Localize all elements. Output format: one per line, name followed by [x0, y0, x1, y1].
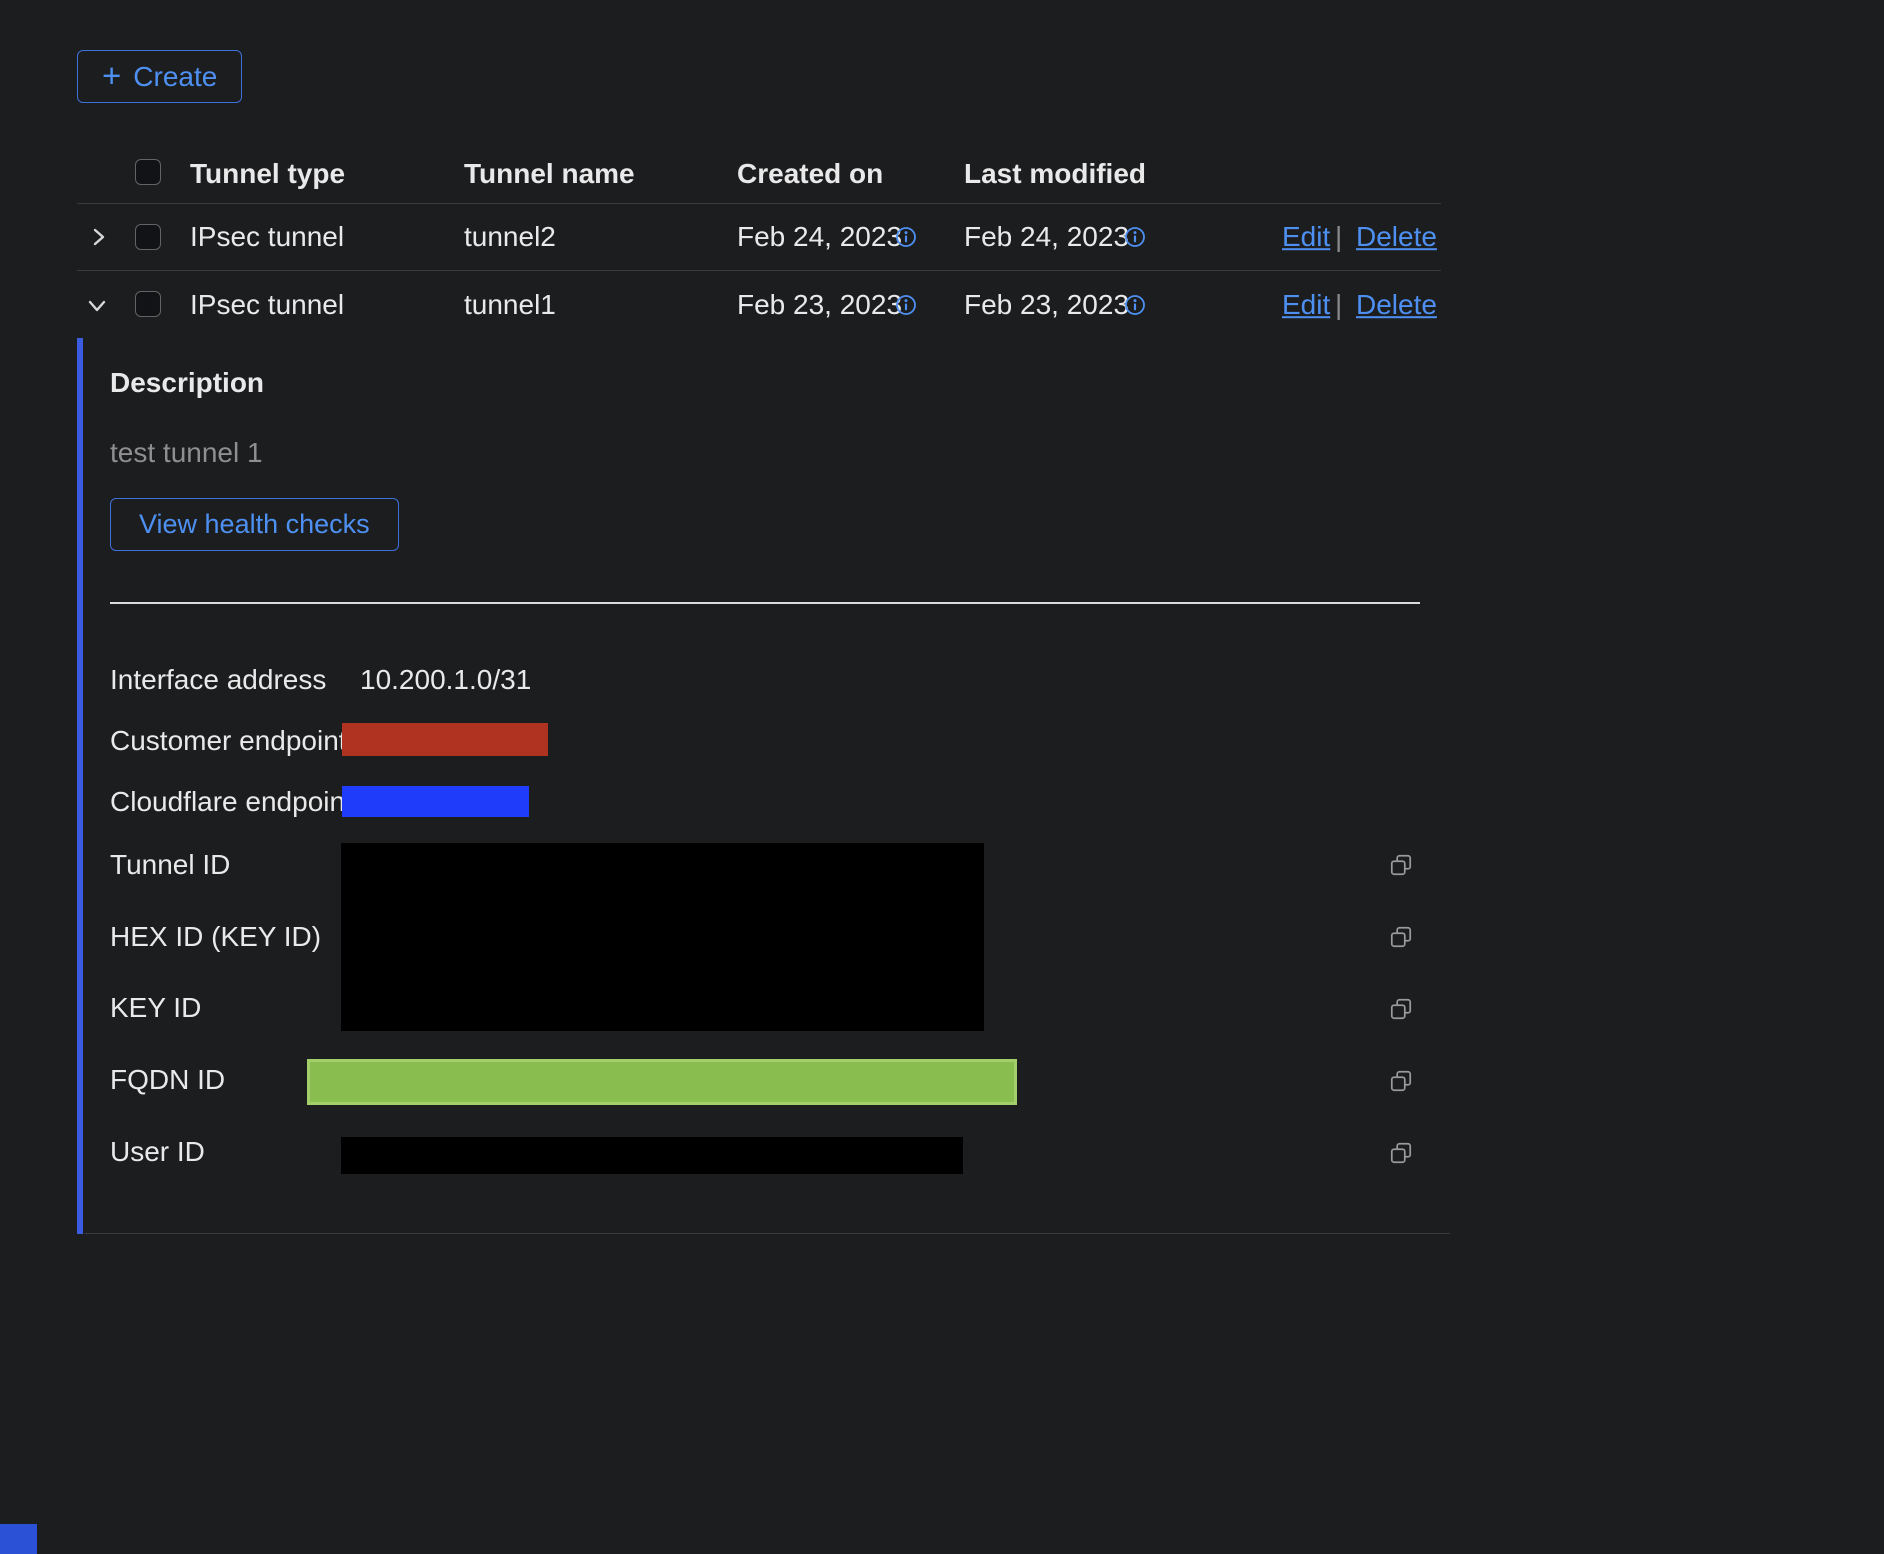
ids-redacted-value: [341, 843, 984, 1031]
created-on-info-icon[interactable]: [895, 226, 917, 253]
bottom-corner-strip: [0, 1524, 37, 1554]
column-header-tunnel-name: Tunnel name: [464, 157, 635, 191]
chevron-down-icon: [85, 305, 109, 320]
action-separator: |: [1335, 220, 1342, 254]
detail-divider: [110, 602, 1420, 604]
customer-endpoint-label: Customer endpoint: [110, 724, 347, 758]
chevron-right-icon: [86, 237, 110, 252]
cloudflare-endpoint-label: Cloudflare endpoint: [110, 785, 353, 819]
copy-icon: [1388, 938, 1414, 953]
row-checkbox[interactable]: [135, 224, 161, 250]
expand-row-button[interactable]: [86, 225, 110, 252]
created-on-cell: Feb 23, 2023: [737, 288, 902, 322]
action-separator: |: [1335, 288, 1342, 322]
expanded-row-bottom-divider: [84, 1233, 1450, 1234]
edit-link[interactable]: Edit: [1282, 220, 1330, 254]
last-modified-cell: Feb 24, 2023: [964, 220, 1129, 254]
created-on-info-icon[interactable]: [895, 294, 917, 321]
tunnel-type-cell: IPsec tunnel: [190, 288, 344, 322]
tunnel-name-cell: tunnel1: [464, 288, 556, 322]
copy-hex-id-button[interactable]: [1388, 924, 1414, 953]
create-button-label: Create: [133, 61, 217, 93]
delete-link[interactable]: Delete: [1356, 220, 1437, 254]
tunnel-id-label: Tunnel ID: [110, 848, 230, 882]
last-modified-info-icon[interactable]: [1124, 294, 1146, 321]
interface-address-value: 10.200.1.0/31: [360, 663, 531, 697]
edit-link[interactable]: Edit: [1282, 288, 1330, 322]
fqdn-id-redacted-value: [307, 1059, 1017, 1105]
delete-link[interactable]: Delete: [1356, 288, 1437, 322]
copy-icon: [1388, 1154, 1414, 1169]
select-all-checkbox[interactable]: [135, 159, 161, 185]
description-value: test tunnel 1: [110, 436, 263, 470]
ipsec-tunnels-page: + Create Tunnel type Tunnel name Created…: [0, 0, 1884, 1554]
customer-endpoint-redacted-value: [342, 723, 548, 756]
last-modified-info-icon[interactable]: [1124, 226, 1146, 253]
description-heading: Description: [110, 366, 264, 400]
view-health-checks-button[interactable]: View health checks: [110, 498, 399, 551]
column-header-created-on: Created on: [737, 157, 883, 191]
user-id-redacted-value: [341, 1137, 963, 1174]
created-on-cell: Feb 24, 2023: [737, 220, 902, 254]
create-button[interactable]: + Create: [77, 50, 242, 103]
collapse-row-button[interactable]: [85, 293, 109, 320]
row-checkbox[interactable]: [135, 291, 161, 317]
header-divider: [77, 203, 1441, 204]
key-id-label: KEY ID: [110, 991, 201, 1025]
copy-icon: [1388, 1082, 1414, 1097]
column-header-last-modified: Last modified: [964, 157, 1146, 191]
fqdn-id-label: FQDN ID: [110, 1063, 225, 1097]
tunnel-name-cell: tunnel2: [464, 220, 556, 254]
column-header-tunnel-type: Tunnel type: [190, 157, 345, 191]
copy-icon: [1388, 866, 1414, 881]
tunnel-type-cell: IPsec tunnel: [190, 220, 344, 254]
hex-id-label: HEX ID (KEY ID): [110, 920, 321, 954]
copy-fqdn-id-button[interactable]: [1388, 1068, 1414, 1097]
copy-user-id-button[interactable]: [1388, 1140, 1414, 1169]
plus-icon: +: [102, 59, 121, 92]
cloudflare-endpoint-redacted-value: [342, 786, 529, 817]
copy-key-id-button[interactable]: [1388, 996, 1414, 1025]
row-divider: [77, 270, 1441, 271]
interface-address-label: Interface address: [110, 663, 326, 697]
last-modified-cell: Feb 23, 2023: [964, 288, 1129, 322]
copy-icon: [1388, 1010, 1414, 1025]
expanded-row-accent-bar: [77, 338, 83, 1234]
user-id-label: User ID: [110, 1135, 205, 1169]
copy-tunnel-id-button[interactable]: [1388, 852, 1414, 881]
